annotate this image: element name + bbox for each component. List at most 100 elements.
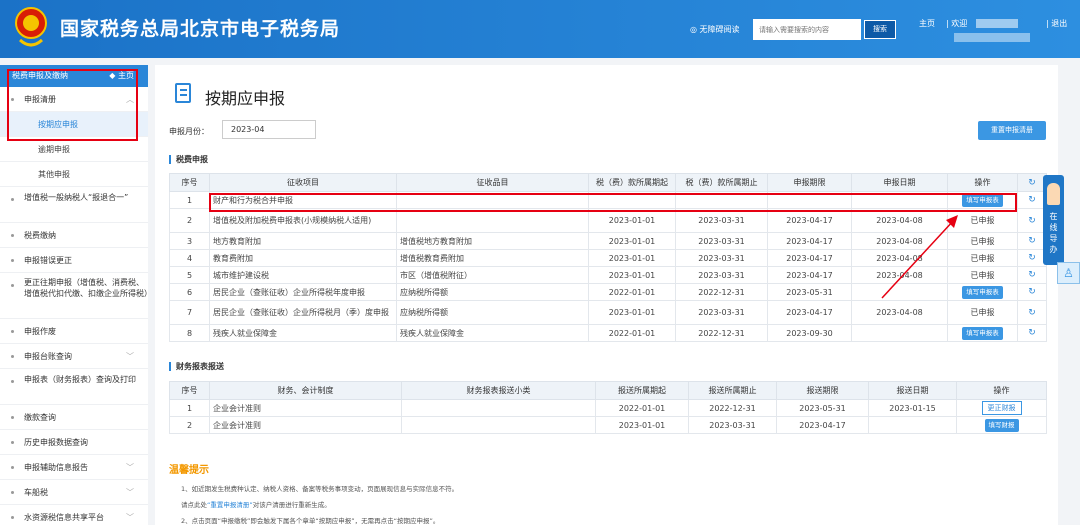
search-input[interactable] bbox=[753, 19, 861, 40]
cell-deadline: 2023-04-17 bbox=[767, 232, 852, 250]
cell-deadline: 2023-04-17 bbox=[767, 266, 852, 284]
cell-no: 3 bbox=[169, 232, 210, 250]
col-header: 报送所属期止 bbox=[688, 381, 777, 400]
sidebar-item-void[interactable]: 申报作废 bbox=[0, 319, 148, 344]
refresh-icon[interactable]: ↻ bbox=[1017, 300, 1047, 325]
cell-op: 更正财报 bbox=[956, 399, 1047, 417]
cell-sub: 增值税地方教育附加 bbox=[396, 232, 589, 250]
col-header: 序号 bbox=[169, 381, 210, 400]
online-guide-label: 在线导办 bbox=[1049, 212, 1058, 254]
col-header: 报送所属期起 bbox=[595, 381, 689, 400]
table-row: 2 企业会计准则 2023-01-01 2023-03-31 2023-04-17 填写财… bbox=[169, 416, 1047, 434]
accessibility-link[interactable]: ◎ 无障碍阅读 bbox=[690, 24, 740, 35]
fill-report-button[interactable]: 填写财报 bbox=[984, 418, 1019, 432]
home-link[interactable]: 主页 bbox=[919, 18, 935, 29]
cell-deadline: 2023-04-17 bbox=[776, 416, 869, 434]
col-header: 财务报表报送小类 bbox=[401, 381, 596, 400]
col-header: 财务、会计制度 bbox=[209, 381, 402, 400]
sidebar-item-past-correction[interactable]: 更正往期申报（增值税、消费税、增值税代扣代缴、扣缴企业所得税） bbox=[0, 273, 152, 319]
sidebar-item-ledger[interactable]: 申报台账查询 ﹀ bbox=[0, 344, 148, 369]
cell-no: 4 bbox=[169, 249, 210, 267]
sidebar-highlight-box bbox=[7, 69, 138, 141]
refresh-icon[interactable]: ↻ bbox=[1017, 283, 1047, 301]
sidebar-item-label: 车船税 bbox=[24, 488, 48, 497]
cell-end: 2023-03-31 bbox=[675, 249, 768, 267]
col-header: 申报期限 bbox=[767, 173, 852, 192]
sidebar-item-vehicle-tax[interactable]: 车船税 ﹀ bbox=[0, 480, 148, 505]
cell-sub bbox=[401, 399, 596, 417]
search-button[interactable]: 搜索 bbox=[864, 20, 896, 39]
cell-start: 2022-01-01 bbox=[588, 283, 676, 301]
declared-status: 已申报 bbox=[970, 270, 995, 280]
chevron-down-icon: ﹀ bbox=[126, 488, 134, 497]
tip-line-1: 1、如近期发生税费种认定、纳税人资格、备案等税务事项变动，页面展现信息与实际信息… bbox=[181, 485, 459, 493]
sidebar-item-aux-report[interactable]: 申报辅助信息报告 ﹀ bbox=[0, 455, 148, 480]
cell-system: 企业会计准则 bbox=[209, 399, 402, 417]
col-header: 报送日期 bbox=[868, 381, 957, 400]
user-icon[interactable]: ♙ bbox=[1057, 262, 1080, 284]
cell-item: 地方教育附加 bbox=[209, 232, 397, 250]
sidebar-item-error-correction[interactable]: 申报错误更正 bbox=[0, 248, 148, 273]
col-header: 申报日期 bbox=[851, 173, 948, 192]
declared-status: 已申报 bbox=[970, 216, 995, 225]
reset-list-link[interactable]: “重置申报清册” bbox=[207, 501, 253, 509]
cell-no: 6 bbox=[169, 283, 210, 301]
financial-report-table: 序号 财务、会计制度 财务报表报送小类 报送所属期起 报送所属期止 报送期限 报… bbox=[169, 381, 1047, 434]
cell-no: 1 bbox=[169, 191, 210, 209]
cell-no: 2 bbox=[169, 208, 210, 233]
cell-item: 城市维护建设税 bbox=[209, 266, 397, 284]
refresh-icon[interactable]: ↻ bbox=[1017, 324, 1047, 342]
col-header: 征收项目 bbox=[209, 173, 397, 192]
cell-sub: 增值税教育费附加 bbox=[396, 249, 589, 267]
chevron-down-icon: ﹀ bbox=[126, 463, 134, 472]
sidebar-item-report-query[interactable]: 申报表（财务报表）查询及打印 ﹀ bbox=[0, 369, 148, 405]
cell-deadline: 2023-04-17 bbox=[767, 249, 852, 267]
sidebar-item-payment[interactable]: 税费缴纳 bbox=[0, 223, 148, 248]
col-header: 征收品目 bbox=[396, 173, 589, 192]
declared-status: 已申报 bbox=[970, 308, 995, 317]
document-list-icon bbox=[175, 83, 191, 103]
reset-list-button[interactable]: 重置申报清册 bbox=[978, 121, 1046, 140]
cell-start: 2023-01-01 bbox=[588, 300, 676, 325]
user-name-redacted bbox=[976, 19, 1018, 28]
sidebar-item-vat-combined[interactable]: 增值税一般纳税人“报退合一” bbox=[0, 187, 148, 223]
cell-start: 2023-01-01 bbox=[588, 208, 676, 233]
sidebar-item-history[interactable]: 历史申报数据查询 bbox=[0, 430, 148, 455]
cell-deadline: 2023-09-30 bbox=[767, 324, 852, 342]
sidebar-item-label: 申报表（财务报表）查询及打印 bbox=[24, 375, 136, 384]
sidebar-item-payment-query[interactable]: 缴款查询 bbox=[0, 405, 148, 430]
col-header: 税（费）款所属期止 bbox=[675, 173, 768, 192]
correct-report-button[interactable]: 更正财报 bbox=[981, 401, 1022, 415]
chevron-down-icon: ﹀ bbox=[126, 513, 134, 522]
declared-status: 已申报 bbox=[970, 253, 995, 263]
cell-deadline: 2023-05-31 bbox=[776, 399, 869, 417]
col-header: 税（费）款所属期起 bbox=[588, 173, 676, 192]
sidebar-item-other[interactable]: 其他申报 bbox=[0, 162, 148, 187]
fill-form-button[interactable]: 填写申报表 bbox=[962, 326, 1003, 340]
cell-end: 2023-03-31 bbox=[675, 300, 768, 325]
guide-avatar-icon bbox=[1047, 183, 1060, 205]
refresh-icon[interactable]: ↻ bbox=[1017, 266, 1047, 284]
sidebar-item-label: 水资源税信息共享平台 bbox=[24, 513, 104, 522]
fin-section-title: 财务报表报送 bbox=[169, 362, 224, 371]
chevron-down-icon: ﹀ bbox=[126, 352, 134, 361]
month-field[interactable]: 2023-04 bbox=[222, 120, 316, 139]
cell-item: 居民企业（查账征收）企业所得税月（季）度申报 bbox=[209, 300, 397, 325]
sidebar-item-label: 申报辅助信息报告 bbox=[24, 463, 88, 472]
cell-start: 2023-01-01 bbox=[595, 416, 689, 434]
declared-status: 已申报 bbox=[970, 236, 995, 246]
cell-deadline: 2023-04-17 bbox=[767, 208, 852, 233]
cell-end: 2022-12-31 bbox=[688, 399, 777, 417]
cell-item: 教育费附加 bbox=[209, 249, 397, 267]
page-title: 按期应申报 bbox=[205, 89, 286, 108]
logout-link[interactable]: | 退出 bbox=[1046, 18, 1067, 29]
cell-sub: 应纳税所得额 bbox=[396, 283, 589, 301]
cell-date bbox=[868, 416, 957, 434]
sidebar-item-water-tax[interactable]: 水资源税信息共享平台 ﹀ bbox=[0, 505, 148, 525]
user-info-redacted bbox=[954, 33, 1030, 42]
welcome-text: | 欢迎 bbox=[946, 19, 968, 28]
table-row: 1 企业会计准则 2022-01-01 2022-12-31 2023-05-31 202… bbox=[169, 399, 1047, 417]
cell-sub bbox=[401, 416, 596, 434]
cell-end: 2023-03-31 bbox=[675, 208, 768, 233]
cell-sub: 市区（增值税附征） bbox=[396, 266, 589, 284]
